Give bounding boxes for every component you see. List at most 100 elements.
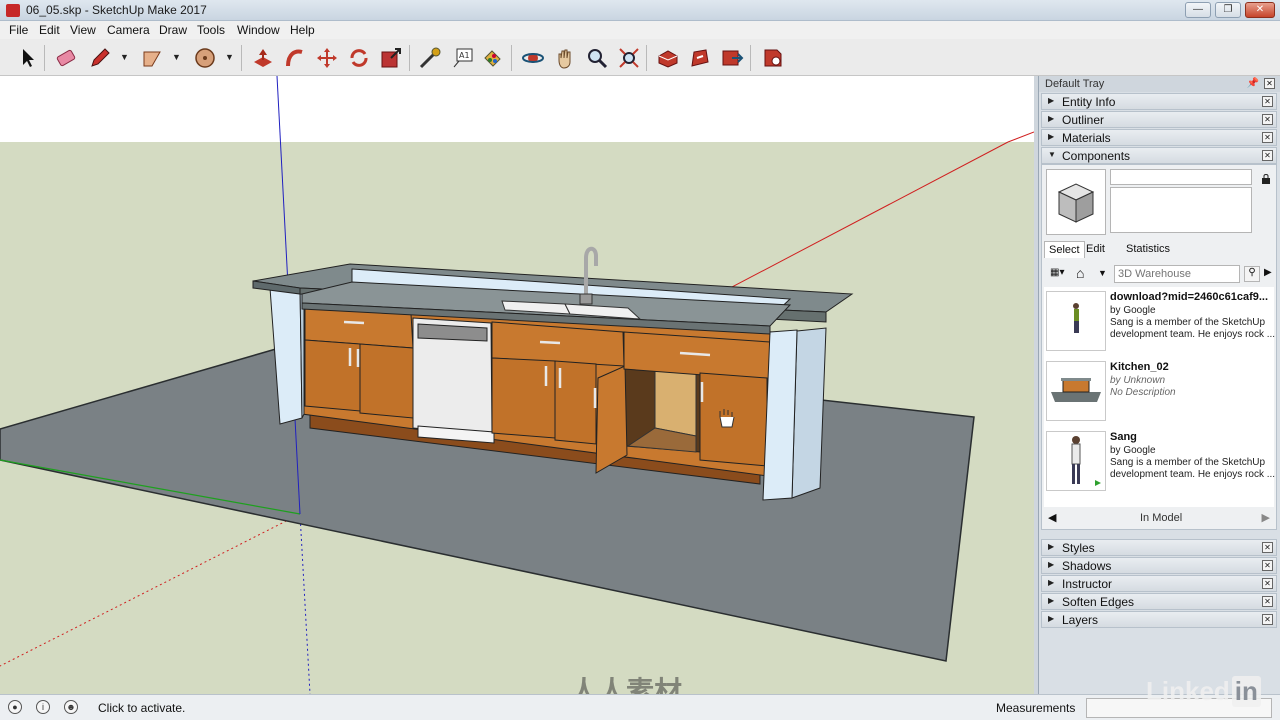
panel-components[interactable]: ▼ Components ✕: [1041, 147, 1277, 164]
menu-window[interactable]: Window: [237, 23, 280, 37]
linkedin-in-badge: in: [1231, 676, 1261, 707]
geo-location-icon[interactable]: ●: [8, 700, 22, 714]
menu-edit[interactable]: Edit: [39, 23, 60, 37]
details-arrow-icon[interactable]: ▶: [1264, 267, 1272, 278]
panel-label: Soften Edges: [1062, 595, 1135, 609]
close-panel-icon[interactable]: ✕: [1262, 614, 1273, 625]
result-thumbnail: [1046, 361, 1106, 421]
share-model-icon[interactable]: [720, 46, 744, 70]
back-arrow-icon[interactable]: ◀: [1048, 511, 1056, 524]
shape-dropdown-icon[interactable]: ▼: [225, 52, 234, 62]
pencil-icon[interactable]: [88, 46, 112, 70]
panel-soften-edges[interactable]: ▶ Soften Edges ✕: [1041, 593, 1277, 610]
tab-edit[interactable]: Edit: [1086, 243, 1105, 255]
search-input[interactable]: [1114, 265, 1240, 283]
rotate-icon[interactable]: [347, 46, 371, 70]
panel-instructor[interactable]: ▶ Instructor ✕: [1041, 575, 1277, 592]
forward-arrow-icon[interactable]: ▶: [1262, 511, 1270, 524]
panel-label: Styles: [1062, 541, 1095, 555]
panel-outliner[interactable]: ▶ Outliner ✕: [1041, 111, 1277, 128]
list-item[interactable]: download?mid=2460c61caf9... by Google Sa…: [1044, 287, 1275, 353]
home-icon[interactable]: ⌂: [1076, 265, 1084, 281]
tray-title: Default Tray: [1045, 78, 1105, 90]
pan-icon[interactable]: [553, 46, 577, 70]
close-panel-icon[interactable]: ✕: [1262, 150, 1273, 161]
pin-icon[interactable]: 📌: [1247, 78, 1259, 89]
tape-measure-icon[interactable]: [418, 46, 442, 70]
select-icon[interactable]: [16, 46, 40, 70]
results-list: download?mid=2460c61caf9... by Google Sa…: [1044, 287, 1275, 507]
zoom-icon[interactable]: [585, 46, 609, 70]
follow-me-icon[interactable]: [283, 46, 307, 70]
expand-arrow-icon: ▶: [1048, 596, 1055, 605]
result-title: download?mid=2460c61caf9...: [1110, 291, 1269, 303]
extension-warehouse-icon[interactable]: [688, 46, 712, 70]
text-icon[interactable]: A1: [451, 46, 475, 70]
pencil-dropdown-icon[interactable]: ▼: [120, 52, 129, 62]
push-pull-icon[interactable]: [251, 46, 275, 70]
extension-icon[interactable]: [761, 46, 785, 70]
component-description-field[interactable]: [1110, 187, 1252, 233]
panel-label: Materials: [1062, 131, 1111, 145]
result-thumbnail: [1046, 431, 1106, 491]
close-panel-icon[interactable]: ✕: [1262, 560, 1273, 571]
component-search-bar: ▦▾ ⌂ ▼ ⚲ ▶: [1046, 265, 1272, 283]
view-options-icon[interactable]: ▦▾: [1050, 267, 1064, 278]
close-button[interactable]: ✕: [1245, 2, 1275, 18]
eraser-icon[interactable]: [54, 46, 78, 70]
panel-layers[interactable]: ▶ Layers ✕: [1041, 611, 1277, 628]
menu-tools[interactable]: Tools: [197, 23, 225, 37]
list-item[interactable]: Sang by Google Sang is a member of the S…: [1044, 427, 1275, 493]
tab-select[interactable]: Select: [1044, 241, 1085, 258]
zoom-extents-icon[interactable]: [617, 46, 641, 70]
result-author: by Google: [1110, 445, 1156, 456]
tray-close-icon[interactable]: ✕: [1264, 78, 1275, 89]
menu-view[interactable]: View: [70, 23, 96, 37]
close-panel-icon[interactable]: ✕: [1262, 596, 1273, 607]
component-name-field[interactable]: [1110, 169, 1252, 185]
close-panel-icon[interactable]: ✕: [1262, 96, 1273, 107]
scale-icon[interactable]: [379, 46, 403, 70]
panel-materials[interactable]: ▶ Materials ✕: [1041, 129, 1277, 146]
close-panel-icon[interactable]: ✕: [1262, 132, 1273, 143]
3d-warehouse-icon[interactable]: [656, 46, 680, 70]
panel-shadows[interactable]: ▶ Shadows ✕: [1041, 557, 1277, 574]
menu-camera[interactable]: Camera: [107, 23, 150, 37]
navigation-dropdown-icon[interactable]: ▼: [1098, 268, 1107, 278]
arc-dropdown-icon[interactable]: ▼: [172, 52, 181, 62]
orbit-icon[interactable]: [521, 46, 545, 70]
arc-icon[interactable]: [140, 46, 164, 70]
search-icon[interactable]: ⚲: [1244, 266, 1260, 282]
credits-icon[interactable]: i: [36, 700, 50, 714]
details-lock-icon[interactable]: [1260, 173, 1272, 185]
shape-icon[interactable]: [193, 46, 217, 70]
linkedin-watermark: Linked in: [1146, 676, 1261, 707]
minimize-button[interactable]: —: [1185, 2, 1211, 18]
list-item[interactable]: Kitchen_02 by Unknown No Description: [1044, 357, 1274, 423]
maximize-button[interactable]: ❐: [1215, 2, 1241, 18]
close-panel-icon[interactable]: ✕: [1262, 542, 1273, 553]
close-panel-icon[interactable]: ✕: [1262, 578, 1273, 589]
panel-styles[interactable]: ▶ Styles ✕: [1041, 539, 1277, 556]
menu-draw[interactable]: Draw: [159, 23, 187, 37]
result-title: Kitchen_02: [1110, 361, 1169, 373]
sketchup-app-icon[interactable]: [6, 4, 20, 17]
tab-statistics[interactable]: Statistics: [1126, 243, 1170, 255]
component-cube-icon: [1057, 183, 1095, 223]
panel-entity-info[interactable]: ▶ Entity Info ✕: [1041, 93, 1277, 110]
close-panel-icon[interactable]: ✕: [1262, 114, 1273, 125]
move-icon[interactable]: [315, 46, 339, 70]
menu-file[interactable]: File: [9, 23, 28, 37]
paint-bucket-icon[interactable]: [481, 46, 505, 70]
in-model-label: In Model: [1140, 512, 1183, 524]
expand-arrow-icon: ▶: [1048, 578, 1055, 587]
menu-help[interactable]: Help: [290, 23, 315, 37]
large-tool-set-toolbar: ▼ ▼ ▼ A1: [0, 39, 1280, 76]
linkedin-brand: Linked: [1146, 676, 1230, 706]
user-icon[interactable]: ☻: [64, 700, 78, 714]
sky: [0, 76, 1034, 142]
measurements-label: Measurements: [996, 701, 1076, 715]
component-preview: [1046, 169, 1106, 235]
modeling-viewport[interactable]: 人人素材: [0, 76, 1034, 694]
result-description: No Description: [1110, 387, 1176, 398]
